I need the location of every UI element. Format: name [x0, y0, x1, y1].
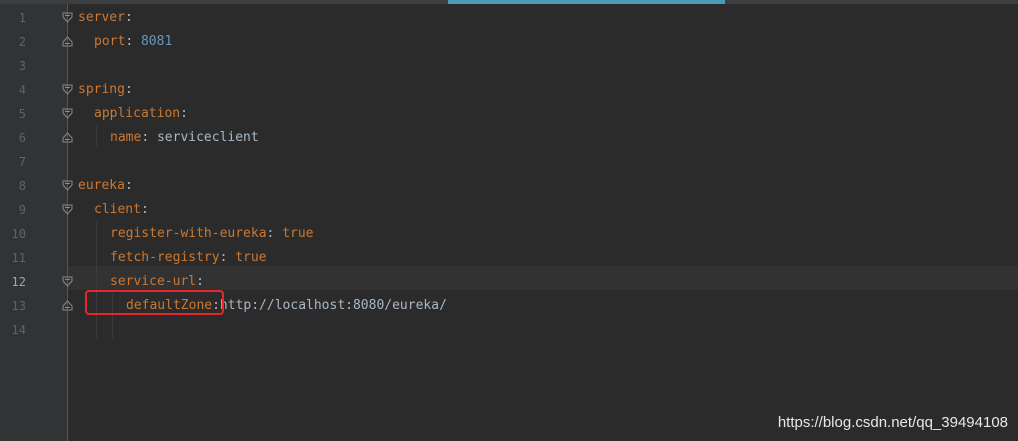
yaml-key: server: [78, 10, 125, 25]
code-line[interactable]: fetch-registry: true: [110, 246, 267, 270]
code-line[interactable]: port: 8081: [94, 30, 172, 54]
line-number: 8: [18, 179, 26, 193]
yaml-separator: :: [266, 226, 275, 241]
fold-open-icon[interactable]: [62, 204, 73, 215]
yaml-value: serviceclient: [156, 130, 259, 145]
active-tab-indicator[interactable]: [448, 0, 725, 4]
yaml-value: true: [282, 226, 314, 241]
yaml-key: name: [110, 130, 142, 145]
line-number: 11: [11, 251, 26, 265]
yaml-separator: :: [125, 34, 134, 49]
line-number-current: 12: [11, 275, 26, 289]
line-number: 5: [18, 107, 26, 121]
indent-guide: [96, 126, 97, 146]
yaml-key: service-url: [110, 274, 197, 289]
fold-open-icon[interactable]: [62, 180, 73, 191]
yaml-separator: :: [124, 10, 133, 25]
yaml-separator: :: [219, 250, 228, 265]
fold-close-icon[interactable]: [62, 300, 73, 311]
line-number: 2: [18, 35, 26, 49]
code-editor[interactable]: 1 2 3 4 5 6 7 8 9 10 11 12 13 14 server:…: [0, 0, 1018, 441]
indent-guide: [96, 222, 97, 338]
fold-close-icon[interactable]: [62, 36, 73, 47]
yaml-value: true: [235, 250, 267, 265]
yaml-key: fetch-registry: [110, 250, 220, 265]
yaml-key: eureka: [78, 178, 125, 193]
yaml-key: port: [94, 34, 126, 49]
watermark: https://blog.csdn.net/qq_39494108: [777, 414, 1008, 431]
yaml-separator: :: [124, 82, 133, 97]
code-line[interactable]: server:: [78, 6, 133, 30]
code-line[interactable]: application:: [94, 102, 188, 126]
yaml-separator: :: [196, 274, 204, 289]
line-number: 9: [18, 203, 26, 217]
code-line[interactable]: client:: [94, 198, 149, 222]
yaml-separator: :: [180, 106, 188, 121]
yaml-separator: :: [141, 130, 150, 145]
yaml-value: http://localhost:8080/eureka/: [219, 298, 447, 313]
line-number: 4: [18, 83, 26, 97]
yaml-separator: :: [124, 178, 133, 193]
line-number: 3: [18, 59, 26, 73]
code-line[interactable]: eureka:: [78, 174, 133, 198]
line-number: 6: [18, 131, 26, 145]
line-number: 14: [11, 323, 26, 337]
fold-open-icon[interactable]: [62, 276, 73, 287]
yaml-key: spring: [78, 82, 125, 97]
line-number-gutter[interactable]: 1 2 3 4 5 6 7 8 9 10 11 12 13 14: [0, 4, 68, 441]
yaml-key: client: [94, 202, 141, 217]
code-line[interactable]: spring:: [78, 78, 133, 102]
line-number: 10: [11, 227, 26, 241]
code-line[interactable]: register-with-eureka: true: [110, 222, 314, 246]
line-number: 1: [18, 11, 26, 25]
line-number: 13: [11, 299, 26, 313]
fold-close-icon[interactable]: [62, 132, 73, 143]
fold-open-icon[interactable]: [62, 108, 73, 119]
yaml-key: application: [94, 106, 181, 121]
fold-open-icon[interactable]: [62, 84, 73, 95]
yaml-separator: :: [140, 202, 149, 217]
annotation-highlight-box: [85, 290, 224, 315]
yaml-value: 8081: [140, 34, 173, 49]
line-number: 7: [18, 155, 26, 169]
fold-open-icon[interactable]: [62, 12, 73, 23]
code-line[interactable]: name: serviceclient: [110, 126, 259, 150]
yaml-key: register-with-eureka: [110, 226, 267, 241]
